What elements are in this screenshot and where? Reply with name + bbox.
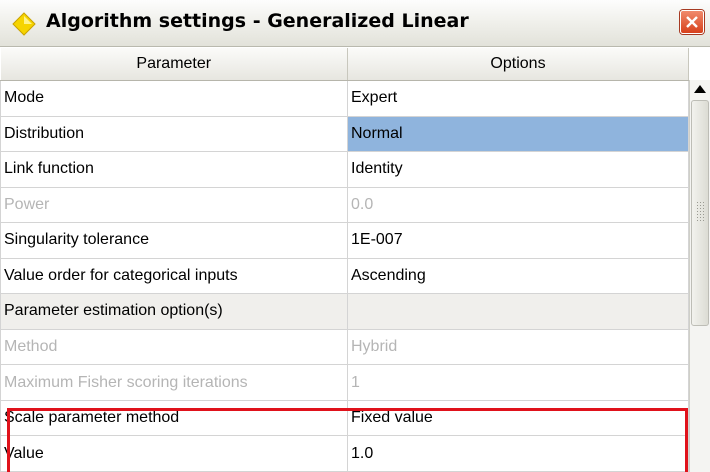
header-parameter[interactable]: Parameter [0,48,348,81]
settings-grid: Parameter Options Mode Expert Distributi… [0,48,689,472]
scroll-thumb[interactable] [691,100,709,326]
option-value: 1 [347,364,689,401]
table-row[interactable]: Value order for categorical inputs Ascen… [0,257,689,295]
parameter-name: Singularity tolerance [0,222,348,259]
option-value[interactable]: Fixed value [347,399,689,437]
close-button[interactable] [680,10,704,34]
table-row: Power 0.0 [0,186,689,224]
parameter-name: Power [0,186,348,224]
window-title: Algorithm settings - Generalized Linear [46,10,469,32]
table-row: Method Hybrid [0,328,689,366]
option-value: 0.0 [347,186,689,224]
header-options[interactable]: Options [347,48,689,81]
option-value[interactable]: 1.0 [347,435,689,472]
title-bar: Algorithm settings - Generalized Linear [0,0,710,47]
option-value[interactable]: Ascending [347,257,689,295]
option-value [347,293,689,330]
table-row[interactable]: Singularity tolerance 1E-007 [0,222,689,259]
table-row[interactable]: Mode Expert [0,80,689,117]
table-row[interactable]: Value 1.0 [0,435,689,472]
option-value[interactable]: 1E-007 [347,222,689,259]
section-row: Parameter estimation option(s) [0,293,689,330]
vertical-scrollbar[interactable] [689,80,710,472]
table-row: Maximum Fisher scoring iterations 1 [0,364,689,401]
parameter-name: Distribution [0,115,348,153]
grip-icon [696,201,705,223]
option-value: Hybrid [347,328,689,366]
table-row[interactable]: Scale parameter method Fixed value [0,399,689,437]
diamond-icon [12,12,36,36]
parameter-name: Scale parameter method [0,399,348,437]
parameter-name: Maximum Fisher scoring iterations [0,364,348,401]
parameter-name: Value order for categorical inputs [0,257,348,295]
section-label: Parameter estimation option(s) [0,293,348,330]
parameter-name: Method [0,328,348,366]
option-value[interactable]: Normal [347,115,689,153]
scroll-up-button[interactable] [690,80,710,98]
parameter-name: Value [0,435,348,472]
grid-header-row: Parameter Options [0,48,689,81]
table-row[interactable]: Distribution Normal [0,115,689,153]
parameter-name: Mode [0,80,348,117]
table-row[interactable]: Link function Identity [0,151,689,188]
option-value[interactable]: Identity [347,151,689,188]
option-value[interactable]: Expert [347,80,689,117]
parameter-name: Link function [0,151,348,188]
